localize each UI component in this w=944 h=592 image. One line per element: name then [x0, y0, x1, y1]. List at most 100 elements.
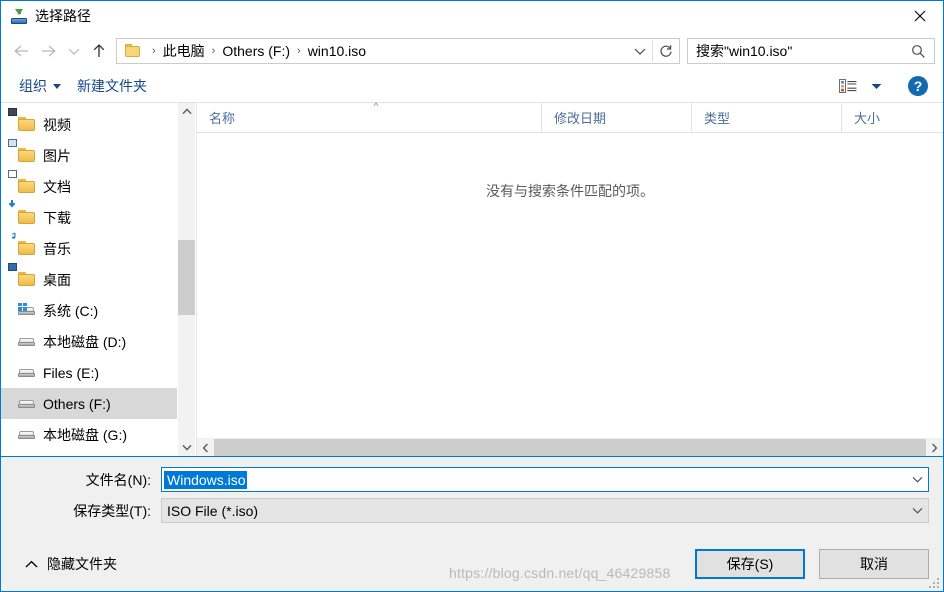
save-file-dialog: 选择路径 › 此电脑 › Others (F:) › win10.iso 搜索"…: [0, 0, 944, 592]
new-folder-label: 新建文件夹: [77, 78, 147, 94]
sidebar-item-label: Others (F:): [43, 395, 111, 412]
file-list[interactable]: 没有与搜索条件匹配的项。: [197, 133, 943, 438]
sidebar-item-label: Files (E:): [43, 364, 99, 381]
savetype-combobox[interactable]: ISO File (*.iso): [161, 498, 929, 523]
folder-desktop-icon: [8, 262, 36, 288]
search-box[interactable]: 搜索"win10.iso": [687, 38, 935, 64]
sidebar-item-10[interactable]: 本地磁盘 (G:): [1, 419, 177, 450]
address-dropdown-button[interactable]: [628, 39, 652, 63]
sidebar-item-label: 音乐: [43, 240, 71, 257]
navigation-bar: › 此电脑 › Others (F:) › win10.iso 搜索"win10…: [1, 32, 943, 70]
address-bar[interactable]: › 此电脑 › Others (F:) › win10.iso: [116, 38, 680, 64]
cancel-button[interactable]: 取消: [819, 549, 929, 579]
filename-input[interactable]: Windows.iso: [164, 470, 247, 489]
drive-icon: [18, 427, 36, 443]
breadcrumb-item-computer[interactable]: 此电脑: [161, 41, 207, 61]
view-options-button[interactable]: [833, 73, 863, 99]
help-icon: ?: [908, 76, 928, 96]
column-header-size[interactable]: 大小: [842, 103, 943, 132]
save-button[interactable]: 保存(S): [695, 549, 805, 579]
sidebar-item-1[interactable]: 图片: [1, 138, 177, 171]
column-header-type[interactable]: 类型: [692, 103, 842, 132]
sidebar-item-3[interactable]: 下载: [1, 199, 177, 233]
sort-ascending-icon: ^: [373, 101, 379, 111]
sidebar-item-label: 图片: [43, 147, 71, 164]
sidebar-item-2[interactable]: 文档: [1, 169, 177, 202]
chevron-down-icon: [912, 477, 922, 483]
empty-list-message: 没有与搜索条件匹配的项。: [486, 183, 654, 199]
sidebar-item-label: 本地磁盘 (D:): [43, 333, 127, 350]
breadcrumb-item-folder[interactable]: win10.iso: [306, 43, 368, 59]
scroll-right-button[interactable]: [926, 439, 943, 456]
sidebar-item-label: 文档: [43, 178, 71, 195]
back-button[interactable]: [7, 37, 35, 65]
column-header-size-label: 大小: [854, 111, 881, 126]
organize-button[interactable]: 组织: [11, 72, 69, 100]
view-options-icon: [839, 78, 857, 93]
navigation-pane: 视频图片文档下载音乐桌面 系统 (C:) 本地磁盘 (D:) Files (E:) Ot…: [1, 103, 196, 456]
chevron-down-icon: [181, 444, 192, 451]
action-buttons: 保存(S) 取消: [695, 549, 929, 579]
forward-button[interactable]: [35, 37, 63, 65]
filename-dropdown-button[interactable]: [906, 476, 928, 483]
scroll-left-button[interactable]: [197, 439, 214, 456]
arrow-up-icon: [93, 44, 105, 57]
chevron-left-icon: [202, 443, 208, 452]
breadcrumb-item-drive[interactable]: Others (F:): [220, 43, 292, 59]
close-icon: [914, 10, 926, 22]
column-header-name-label: 名称: [209, 111, 236, 126]
savetype-dropdown-button[interactable]: [906, 507, 928, 514]
chevron-down-icon: [871, 83, 881, 89]
chevron-down-icon: [53, 83, 61, 89]
watermark: https://blog.csdn.net/qq_46429858: [449, 565, 671, 581]
search-input[interactable]: 搜索"win10.iso": [688, 41, 792, 61]
filename-combobox[interactable]: Windows.iso: [161, 467, 929, 492]
chevron-right-icon: [932, 443, 938, 452]
scrollbar-thumb[interactable]: [214, 439, 926, 456]
scroll-down-button[interactable]: [178, 439, 195, 456]
sidebar-item-9[interactable]: Others (F:): [1, 388, 177, 419]
filename-row: 文件名(N): Windows.iso: [1, 467, 943, 492]
organize-label: 组织: [19, 78, 47, 94]
sidebar-item-8[interactable]: Files (E:): [1, 357, 177, 388]
sidebar-item-4[interactable]: 音乐: [1, 232, 177, 264]
up-button[interactable]: [85, 37, 113, 65]
command-bar: 组织 新建文件夹 ?: [1, 70, 943, 103]
close-button[interactable]: [897, 1, 943, 31]
hide-folders-toggle[interactable]: 隐藏文件夹: [15, 554, 117, 574]
column-header-date-label: 修改日期: [554, 111, 607, 126]
sidebar-item-0[interactable]: 视频: [1, 107, 177, 140]
folder-documents-icon: [8, 169, 36, 195]
column-header-date[interactable]: 修改日期: [542, 103, 692, 132]
breadcrumb-separator: ›: [297, 45, 301, 57]
savetype-row: 保存类型(T): ISO File (*.iso): [1, 498, 943, 523]
view-options-dropdown[interactable]: [865, 73, 887, 99]
arrow-left-icon: [14, 45, 28, 57]
new-folder-button[interactable]: 新建文件夹: [69, 72, 155, 100]
window-title: 选择路径: [35, 8, 91, 24]
column-header-name[interactable]: 名称 ^: [197, 101, 542, 132]
resize-grip-icon[interactable]: [927, 576, 939, 588]
sidebar-item-7[interactable]: 本地磁盘 (D:): [1, 326, 177, 357]
folder-pictures-icon: [8, 138, 36, 164]
column-header-type-label: 类型: [704, 111, 731, 126]
refresh-button[interactable]: [653, 39, 679, 63]
drive-icon: [18, 396, 36, 412]
scrollbar-thumb[interactable]: [178, 240, 195, 315]
scroll-up-button[interactable]: [178, 103, 195, 120]
navigation-pane-scrollbar[interactable]: [178, 103, 195, 456]
folder-music-icon: [12, 232, 36, 257]
sidebar-item-5[interactable]: 桌面: [1, 262, 177, 295]
sidebar-item-6[interactable]: 系统 (C:): [1, 295, 177, 326]
column-header-row: 名称 ^ 修改日期 类型 大小: [197, 101, 943, 133]
sidebar-item-label: 视频: [43, 116, 71, 133]
recent-locations-button[interactable]: [63, 37, 85, 65]
file-list-horizontal-scrollbar[interactable]: [197, 438, 943, 456]
folder-icon: [125, 44, 141, 58]
sidebar-item-label: 本地磁盘 (G:): [43, 426, 127, 443]
folder-video-icon: [8, 107, 36, 133]
help-button[interactable]: ?: [901, 73, 935, 99]
chevron-down-icon: [634, 48, 646, 55]
breadcrumb-separator: ›: [152, 45, 156, 57]
folder-tree: 视频图片文档下载音乐桌面 系统 (C:) 本地磁盘 (D:) Files (E:) Ot…: [1, 103, 177, 456]
